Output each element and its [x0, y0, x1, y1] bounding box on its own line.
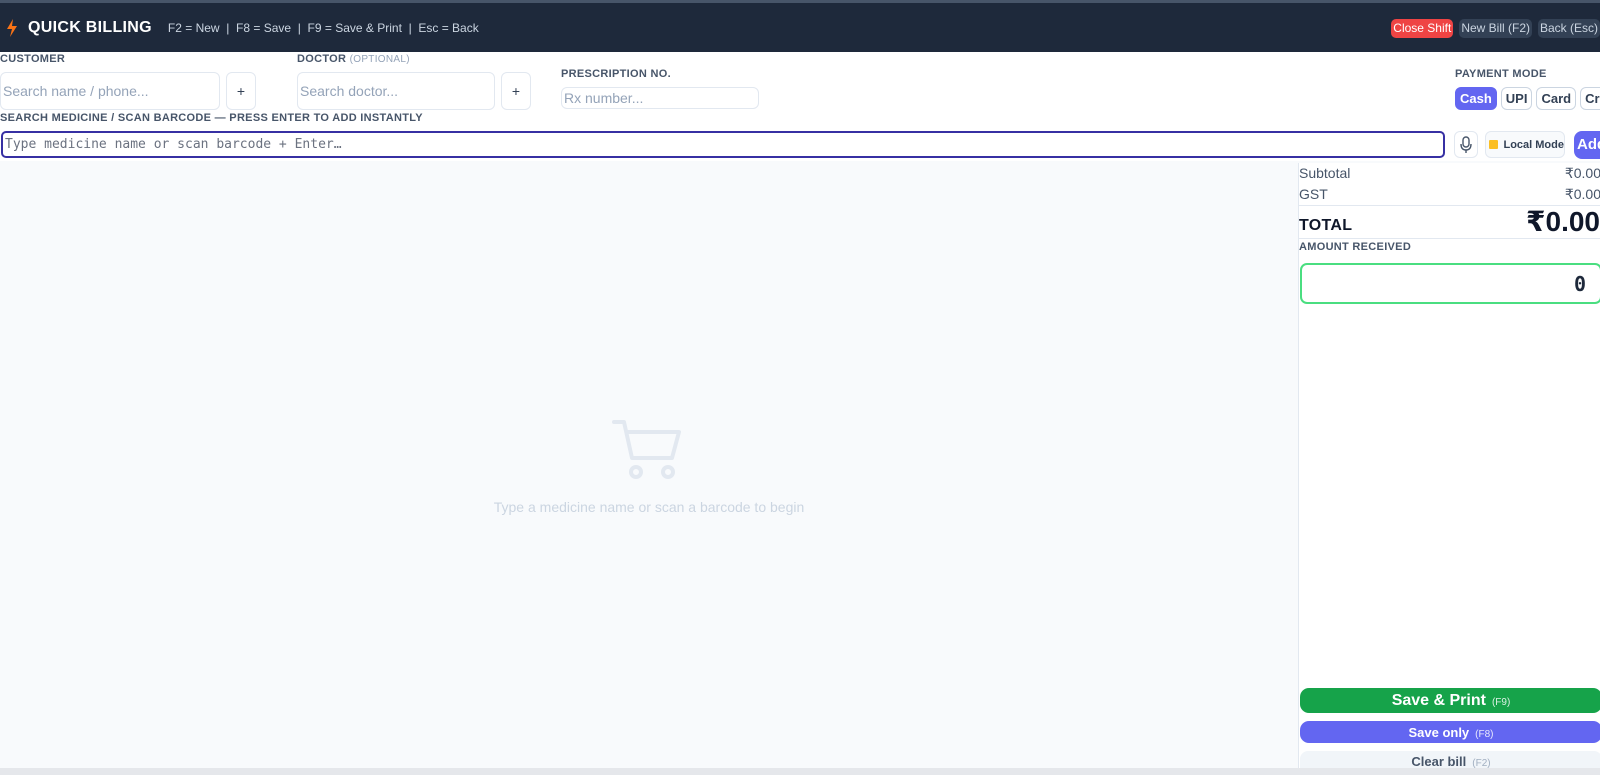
amount-received-label: AMOUNT RECEIVED	[1299, 241, 1412, 253]
customer-label: CUSTOMER	[0, 53, 66, 65]
header-actions: Close Shift New Bill (F2) Back (Esc)	[1391, 19, 1600, 38]
empty-cart-message: Type a medicine name or scan a barcode t…	[493, 499, 805, 515]
gst-value: ₹0.00	[1564, 186, 1600, 202]
local-mode-label: Local Mode	[1503, 138, 1564, 151]
subtotal-label: Subtotal	[1299, 165, 1351, 181]
payment-mode-cash[interactable]: Cash	[1455, 87, 1497, 110]
amount-received-input[interactable]	[1300, 263, 1600, 304]
payment-mode-credit[interactable]: Credit	[1580, 87, 1600, 110]
doctor-label: DOCTOR (OPTIONAL)	[297, 53, 410, 65]
clear-bill-label: Clear bill	[1411, 753, 1467, 769]
add-doctor-button[interactable]: +	[501, 72, 531, 110]
payment-mode-card[interactable]: Card	[1536, 87, 1577, 110]
total-divider	[1299, 238, 1600, 239]
prescription-number-input[interactable]	[561, 87, 759, 109]
gst-label: GST	[1299, 186, 1328, 202]
back-button[interactable]: Back (Esc)	[1537, 19, 1600, 38]
doctor-optional-tag: (OPTIONAL)	[349, 54, 410, 65]
keyboard-shortcuts-hint: F2 = New | F8 = Save | F9 = Save & Print…	[167, 20, 479, 35]
app-header: QUICK BILLING F2 = New | F8 = Save | F9 …	[0, 3, 1600, 52]
taskbar-edge	[0, 768, 1600, 775]
save-and-print-button[interactable]: Save & Print (F9)	[1300, 688, 1600, 713]
save-only-shortcut: (F8)	[1475, 728, 1494, 740]
app-title: QUICK BILLING	[28, 18, 152, 36]
cart-items-area: Type a medicine name or scan a barcode t…	[0, 163, 1298, 768]
shopping-cart-icon	[612, 420, 681, 479]
total-value: ₹0.00	[1526, 206, 1600, 237]
medicine-search-label: SEARCH MEDICINE / SCAN BARCODE — PRESS E…	[0, 112, 423, 124]
customer-search-input[interactable]	[0, 72, 220, 110]
lightning-icon	[7, 18, 17, 37]
total-label: TOTAL	[1299, 217, 1353, 234]
add-medicine-button[interactable]: Add	[1574, 131, 1600, 159]
microphone-icon	[1460, 135, 1472, 153]
local-mode-toggle[interactable]: Local Mode	[1485, 131, 1565, 158]
close-shift-button[interactable]: Close Shift	[1391, 19, 1454, 38]
voice-input-button[interactable]	[1454, 131, 1478, 158]
clear-bill-shortcut: (F2)	[1472, 757, 1491, 769]
doctor-search-input[interactable]	[297, 72, 495, 110]
save-and-print-shortcut: (F9)	[1491, 696, 1511, 708]
add-customer-button[interactable]: +	[226, 72, 256, 110]
folder-icon	[1489, 140, 1499, 149]
payment-mode-label: PAYMENT MODE	[1455, 68, 1547, 80]
doctor-label-text: DOCTOR	[297, 53, 347, 65]
payment-mode-selector: Cash UPI Card Credit	[1455, 87, 1600, 110]
save-only-label: Save only	[1408, 724, 1470, 740]
new-bill-button[interactable]: New Bill (F2)	[1459, 19, 1532, 38]
bill-summary-panel: Subtotal ₹0.00 GST ₹0.00 TOTAL ₹0.00 AMO…	[1298, 163, 1600, 771]
save-and-print-label: Save & Print	[1391, 691, 1486, 709]
medicine-search-input[interactable]	[1, 131, 1445, 158]
prescription-label: PRESCRIPTION NO.	[561, 68, 671, 80]
subtotal-value: ₹0.00	[1564, 165, 1600, 181]
save-only-button[interactable]: Save only (F8)	[1300, 721, 1600, 743]
payment-mode-upi[interactable]: UPI	[1500, 87, 1533, 110]
